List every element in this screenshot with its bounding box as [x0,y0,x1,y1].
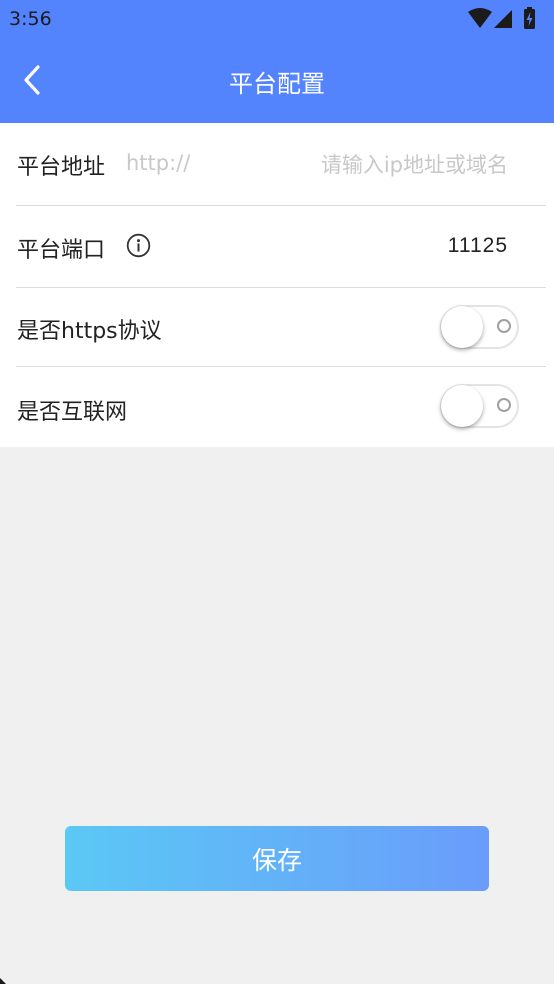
address-row: 平台地址 http:// [0,123,554,205]
page-title: 平台配置 [229,70,325,98]
internet-row: 是否互联网 [0,367,554,447]
toggle-knob [441,306,483,348]
https-toggle[interactable] [440,304,520,350]
signal-icon [494,10,512,28]
status-time: 3:56 [9,8,52,30]
toggle-off-indicator [497,319,511,333]
https-row: 是否https协议 [0,288,554,366]
save-button[interactable]: 保存 [65,826,489,891]
corner-mark [0,978,6,984]
info-icon[interactable] [126,233,151,258]
port-label: 平台端口 [17,238,106,263]
internet-label: 是否互联网 [17,400,128,425]
address-input[interactable] [220,145,508,185]
address-label: 平台地址 [17,155,106,180]
toggle-knob [441,385,483,427]
wifi-icon [468,8,492,28]
status-bar: 3:56 [0,0,554,38]
port-row: 平台端口 11125 [0,206,554,287]
https-label: 是否https协议 [17,319,162,344]
status-icons [468,7,535,29]
toggle-off-indicator [497,398,511,412]
battery-charging-icon [524,7,535,29]
settings-form: 平台地址 http:// 平台端口 11125 是否https协议 是否互联网 [0,123,554,447]
port-value[interactable]: 11125 [448,234,508,258]
address-prefix: http:// [126,151,191,175]
internet-toggle[interactable] [440,383,520,429]
app-bar: 平台配置 [0,38,554,123]
